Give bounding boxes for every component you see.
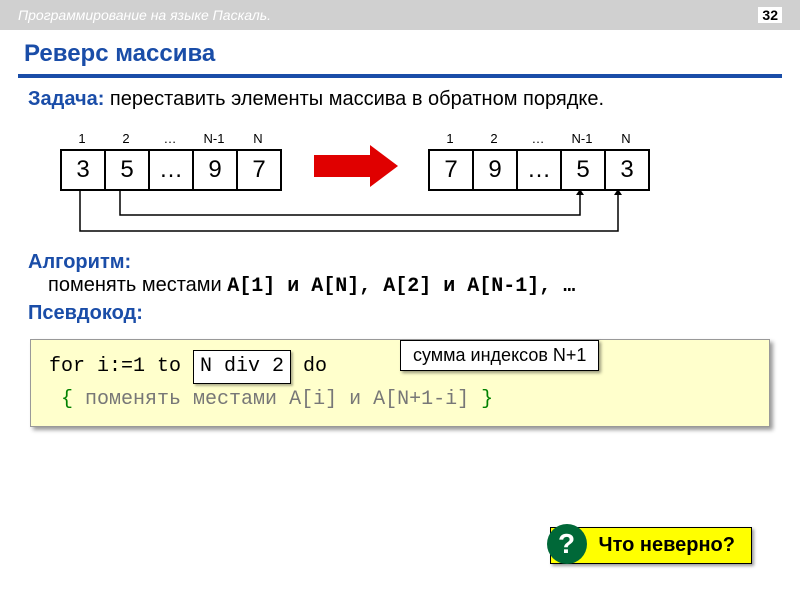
- algo-prefix: поменять местами: [48, 274, 227, 296]
- index-cell: 2: [472, 131, 516, 149]
- algo-mono: A[1] и A[N], A[2] и A[N-1], …: [227, 275, 575, 298]
- index-cell: N-1: [192, 131, 236, 149]
- array-cell: …: [516, 149, 562, 191]
- index-cell: N: [604, 131, 648, 149]
- array-cell: 5: [560, 149, 606, 191]
- question-mark-icon: ?: [547, 524, 587, 564]
- array-cell: 9: [192, 149, 238, 191]
- index-cell: 1: [428, 131, 472, 149]
- algorithm-label: Алгоритм:: [28, 251, 772, 274]
- algorithm-text: поменять местами A[1] и A[N], A[2] и A[N…: [28, 274, 772, 298]
- array-cell: 7: [236, 149, 282, 191]
- code-text: do: [291, 355, 327, 378]
- array-right: 1 2 … N-1 N 7 9 … 5 3: [428, 131, 650, 191]
- index-cell: 1: [60, 131, 104, 149]
- pseudo-label: Псевдокод:: [28, 302, 772, 325]
- callout-sum: сумма индексов N+1: [400, 340, 599, 371]
- code-text: for i:=1 to: [49, 355, 193, 378]
- array-cell: 3: [604, 149, 650, 191]
- code-brace: }: [469, 388, 493, 411]
- code-comment: поменять местами A[i] и A[N+1-i]: [85, 388, 469, 411]
- code-brace: {: [61, 388, 85, 411]
- array-cell: 5: [104, 149, 150, 191]
- question-text: Что неверно?: [599, 534, 735, 556]
- array-left: 1 2 … N-1 N 3 5 … 9 7: [60, 131, 282, 191]
- slide-title: Реверс массива: [0, 30, 800, 74]
- course-title: Программирование на языке Паскаль.: [18, 7, 271, 23]
- array-cell: 9: [472, 149, 518, 191]
- index-cell: N-1: [560, 131, 604, 149]
- content-area: Задача: переставить элементы массива в о…: [0, 78, 800, 325]
- array-cell: 7: [428, 149, 474, 191]
- index-cell: …: [516, 131, 560, 149]
- code-line-2: { поменять местами A[i] и A[N+1-i] }: [49, 384, 751, 416]
- array-diagram: 1 2 … N-1 N 3 5 … 9 7 1 2 … N-1: [28, 117, 772, 247]
- index-cell: 2: [104, 131, 148, 149]
- task-line: Задача: переставить элементы массива в о…: [28, 88, 772, 111]
- index-cell: N: [236, 131, 280, 149]
- swap-lines-icon: [60, 189, 640, 239]
- question-callout: ? Что неверно?: [550, 527, 752, 564]
- task-label: Задача:: [28, 88, 104, 110]
- index-cell: …: [148, 131, 192, 149]
- array-cell: …: [148, 149, 194, 191]
- slide-header: Программирование на языке Паскаль. 32: [0, 0, 800, 30]
- code-highlight: N div 2: [193, 350, 291, 384]
- task-text: переставить элементы массива в обратном …: [104, 88, 604, 110]
- array-cell: 3: [60, 149, 106, 191]
- page-number: 32: [758, 7, 782, 23]
